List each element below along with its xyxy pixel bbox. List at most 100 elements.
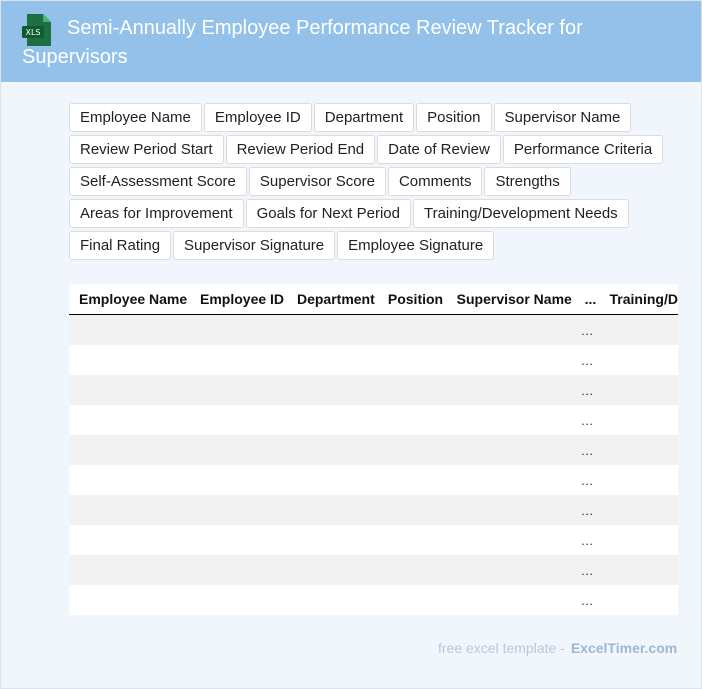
table-cell [190,465,287,495]
field-chip: Review Period End [225,135,376,164]
table-cell [286,375,378,405]
table-cell [69,375,190,405]
column-header: Training/D [599,284,678,315]
table-cell [446,345,575,375]
table-cell [377,435,447,465]
table-cell [190,585,287,615]
table-cell [599,465,678,495]
table-row: … [69,405,678,435]
table-cell [286,345,378,375]
table-cell [190,495,287,525]
table-cell [599,405,678,435]
table-cell [69,345,190,375]
table-cell [69,465,190,495]
table-cell [446,525,575,555]
table-cell [446,314,575,345]
field-chip: Comments [387,167,483,196]
table-row: … [69,314,678,345]
table-cell [599,435,678,465]
column-header: Position [377,284,447,315]
table-row: … [69,555,678,585]
field-chip: Performance Criteria [502,135,664,164]
table-cell [446,555,575,585]
table-cell [286,435,378,465]
field-list: Employee Name Employee ID Department Positi… [69,103,669,263]
table-cell [286,465,378,495]
table-cell: … [574,465,600,495]
field-chip: Date of Review [377,135,501,164]
table-cell [599,495,678,525]
table-cell [377,314,447,345]
table-cell [190,314,287,345]
field-chip: Department [313,103,415,132]
footer-text: free excel template - [438,640,565,656]
header-banner: XLS Semi-Annually Employee Performance R… [1,1,701,82]
table-row: … [69,345,678,375]
table-cell: … [574,314,600,345]
table-cell [377,585,447,615]
table-cell [599,345,678,375]
table-cell [286,495,378,525]
table-cell [190,435,287,465]
table-cell [69,525,190,555]
table-cell [69,585,190,615]
table-cell [69,495,190,525]
table-row: … [69,375,678,405]
field-chip: Supervisor Score [248,167,386,196]
table-cell [190,375,287,405]
field-chip: Self-Assessment Score [69,167,247,196]
table-cell [190,345,287,375]
table-cell [69,405,190,435]
table-cell [599,525,678,555]
table-cell [446,585,575,615]
footer-brand-link[interactable]: ExcelTimer.com [571,640,677,656]
data-table: Employee Name Employee ID Department Positi… [69,284,678,615]
column-header: Department [286,284,378,315]
table-cell [286,585,378,615]
field-chip: Goals for Next Period [245,199,411,228]
field-chip: Training/Development Needs [412,199,629,228]
table-cell [446,435,575,465]
table-row: … [69,435,678,465]
table-cell [599,555,678,585]
page-title: Semi-Annually Employee Performance Revie… [22,17,583,68]
table-row: … [69,525,678,555]
table-cell: … [574,435,600,465]
table-cell: … [574,585,600,615]
field-chip: Strengths [484,167,571,196]
field-chip: Supervisor Signature [173,231,336,260]
table-cell [377,345,447,375]
table-cell [286,555,378,585]
table-cell [377,405,447,435]
field-chip: Position [416,103,492,132]
table-cell [190,405,287,435]
table-cell [446,495,575,525]
table-row: … [69,585,678,615]
footer: free excel template - ExcelTimer.com [438,640,677,656]
table-cell: … [574,345,600,375]
table-cell [377,465,447,495]
field-chip: Final Rating [69,231,172,260]
table-row: … [69,465,678,495]
table-cell: … [574,495,600,525]
column-header: ... [574,284,600,315]
table-cell [377,555,447,585]
table-cell [286,314,378,345]
table-cell [446,375,575,405]
field-chip: Employee ID [203,103,312,132]
table-cell [69,314,190,345]
table-cell [286,405,378,435]
table-cell [599,375,678,405]
table-cell: … [574,405,600,435]
table-cell [69,435,190,465]
table-cell [599,314,678,345]
table-preview: Employee Name Employee ID Department Positi… [69,284,678,615]
column-header: Employee Name [69,284,190,315]
table-cell: … [574,555,600,585]
template-page: XLS Semi-Annually Employee Performance R… [0,0,702,689]
field-chip: Employee Name [69,103,202,132]
table-cell [190,525,287,555]
table-header-row: Employee Name Employee ID Department Positi… [69,284,678,315]
table-cell [599,585,678,615]
table-cell [377,375,447,405]
